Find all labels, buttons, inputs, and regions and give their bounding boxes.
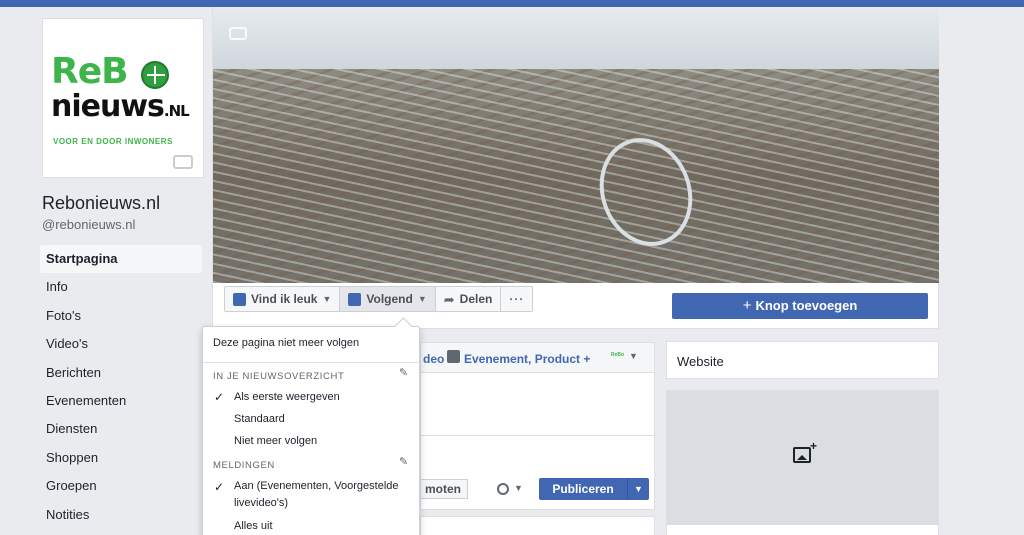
chevron-down-icon[interactable]: ▼	[514, 483, 523, 493]
nav-item-fotos[interactable]: Foto's	[40, 302, 202, 330]
photo-placeholder[interactable]	[667, 391, 938, 525]
rebonieuws-logo: ReB nieuws.NL VOOR EN DOOR INWONERS	[47, 23, 199, 173]
pencil-icon[interactable]: ✎	[399, 457, 409, 468]
follow-button[interactable]: Volgend ▼	[340, 287, 436, 311]
check-icon: ✓	[214, 480, 225, 494]
plus-icon: +	[742, 297, 752, 314]
top-bar	[0, 0, 1024, 7]
follow-menu: Deze pagina niet meer volgen IN JE NIEUW…	[202, 326, 420, 535]
publish-options-button[interactable]: ▼	[627, 478, 649, 500]
page-handle[interactable]: @rebonieuws.nl	[42, 217, 135, 232]
website-label[interactable]: Website	[677, 354, 724, 369]
logo-text-reb: ReB	[51, 51, 129, 92]
pencil-icon[interactable]: ✎	[399, 368, 409, 379]
check-icon: ✓	[214, 390, 225, 404]
nav-item-notities[interactable]: Notities	[40, 501, 202, 529]
page-title[interactable]: Rebonieuws.nl	[42, 193, 160, 214]
nav-item-shoppen[interactable]: Shoppen	[40, 444, 202, 472]
notification-option-off[interactable]: Alles uit	[234, 518, 414, 535]
page-actions: Vind ik leuk ▼ Volgend ▼ ➦ Delen ···	[224, 286, 534, 312]
notification-option-on[interactable]: Aan (Evenementen, Voorgestelde livevideo…	[234, 478, 414, 512]
nav-item-startpagina[interactable]: Startpagina	[40, 245, 202, 273]
logo-tagline: VOOR EN DOOR INWONERS	[53, 137, 173, 146]
logo-text-nieuws: nieuws.NL	[51, 89, 190, 124]
photo-card	[666, 390, 939, 535]
newsfeed-option-unfollow[interactable]: Niet meer volgen	[234, 433, 414, 450]
nav-item-videos[interactable]: Video's	[40, 330, 202, 358]
share-icon: ➦	[443, 291, 455, 307]
globe-icon	[141, 61, 169, 89]
nav-item-groepen[interactable]: Groepen	[40, 472, 202, 500]
add-photo-icon[interactable]	[793, 439, 817, 463]
globe-icon[interactable]	[497, 483, 509, 495]
add-button-cta[interactable]: + Knop toevoegen	[672, 293, 928, 319]
notifications-header: MELDINGEN	[213, 460, 275, 471]
nav-item-diensten[interactable]: Diensten	[40, 415, 202, 443]
cover-sky	[213, 7, 939, 69]
composer-video-link[interactable]: deo	[423, 352, 444, 366]
chevron-down-icon[interactable]: ▼	[629, 351, 638, 361]
newsfeed-header: IN JE NIEUWSOVERZICHT	[213, 371, 345, 382]
website-card: Website	[666, 341, 939, 379]
event-icon	[447, 350, 460, 363]
nav-item-evenementen[interactable]: Evenementen	[40, 387, 202, 415]
nav-item-info[interactable]: Info	[40, 273, 202, 301]
newsfeed-option-default[interactable]: Standaard	[234, 411, 414, 428]
chevron-down-icon: ▼	[322, 294, 332, 304]
composer-event-product-link[interactable]: Evenement, Product +	[464, 352, 590, 366]
share-button[interactable]: ➦ Delen	[436, 287, 502, 311]
page-nav: Startpagina Info Foto's Video's Berichte…	[40, 245, 202, 529]
camera-icon[interactable]	[229, 27, 247, 40]
thumbs-up-icon	[233, 292, 246, 306]
nav-item-berichten[interactable]: Berichten	[40, 359, 202, 387]
like-button[interactable]: Vind ik leuk ▼	[225, 287, 341, 311]
camera-icon[interactable]	[173, 155, 193, 169]
cover-card	[212, 7, 939, 329]
more-button[interactable]: ···	[501, 287, 532, 311]
cover-town	[213, 69, 939, 283]
page-avatar-mini[interactable]: ReBo	[611, 352, 625, 362]
newsfeed-option-first[interactable]: Als eerste weergeven	[234, 389, 414, 406]
composer-option-button[interactable]: moten	[421, 479, 468, 499]
unfollow-page-item[interactable]: Deze pagina niet meer volgen	[213, 337, 359, 349]
divider	[203, 362, 419, 363]
rss-icon	[348, 292, 362, 306]
divider	[421, 435, 654, 436]
composer-header: deo Evenement, Product + ReBo ▼	[421, 343, 654, 373]
publish-split-button: Publiceren ▼	[539, 478, 649, 500]
profile-picture[interactable]: ReB nieuws.NL VOOR EN DOOR INWONERS	[42, 18, 204, 178]
cover-photo[interactable]	[213, 7, 939, 283]
publish-button[interactable]: Publiceren	[539, 478, 627, 500]
post-composer: deo Evenement, Product + ReBo ▼ moten ▼ …	[420, 342, 655, 510]
next-post-card	[420, 516, 655, 535]
chevron-down-icon: ▼	[417, 294, 427, 304]
